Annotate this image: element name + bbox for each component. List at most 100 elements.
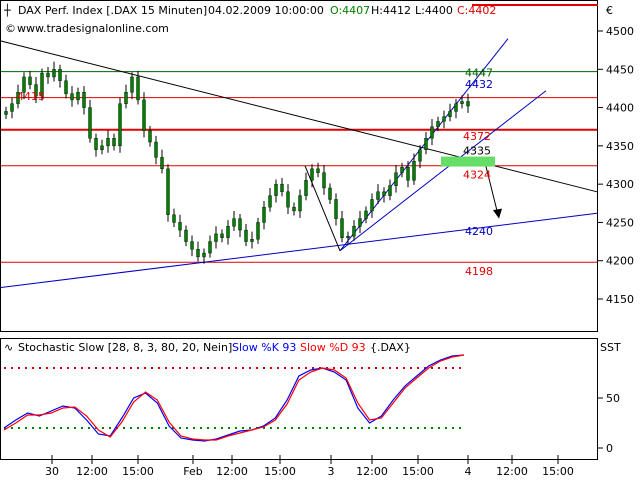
x-axis-label: 15:00 (122, 465, 154, 478)
candle-body (400, 167, 404, 173)
open-value: O:4407 (330, 4, 371, 17)
level-label: 4335 (463, 145, 491, 158)
candle-body (244, 229, 248, 242)
candle-body (268, 195, 272, 208)
candle-body (364, 210, 368, 219)
candle-body (136, 76, 140, 101)
candle-body (250, 239, 254, 242)
candle-body (226, 226, 230, 238)
candle-body (160, 157, 164, 170)
candle-body (436, 121, 440, 127)
candle-body (208, 241, 212, 254)
candle-body (100, 145, 104, 150)
candle-body (292, 206, 296, 212)
high-value: H:4412 (371, 4, 411, 17)
candle-body (382, 191, 386, 196)
candle-body (106, 137, 110, 147)
candle-body (322, 172, 326, 189)
stochastic-title: Stochastic Slow [28, 8, 3, 80, 20, Nein] (18, 341, 233, 354)
candle-body (10, 103, 14, 112)
level-label: 4198 (465, 265, 493, 278)
candle-body (406, 167, 410, 181)
breakout-highlight (441, 156, 495, 167)
candle-body (196, 249, 200, 258)
price-axis-label: 4300 (606, 178, 634, 191)
candle-body (58, 69, 62, 81)
low-value: L:4400 (415, 4, 453, 17)
candle-body (124, 92, 128, 104)
candle-body (316, 168, 320, 173)
x-axis-label: 12:00 (496, 465, 528, 478)
slow-k-label: Slow %K 93 (232, 341, 297, 354)
candle-body (142, 99, 146, 131)
candle-body (166, 168, 170, 215)
forecast-arrow-head (493, 208, 502, 219)
candle-body (298, 195, 302, 212)
price-chart: 4150 4200 4250 4300 4350 4400 4450 4500 0 50 4415 4… (0, 4, 634, 478)
chart-type-icon[interactable]: ┼ (4, 4, 11, 17)
slow-k-line (3, 354, 465, 442)
price-axis-label: 4250 (606, 216, 634, 229)
copyright-icon: © (5, 22, 16, 35)
x-axis-label: 3 (328, 465, 335, 478)
x-axis-label: 4 (465, 465, 472, 478)
candle-body (76, 92, 80, 101)
candle-body (46, 72, 50, 78)
candle-body (202, 252, 206, 258)
level-label: 4240 (465, 225, 493, 238)
candle-body (88, 107, 92, 139)
candle-body (118, 103, 122, 147)
x-axis-label: 15:00 (264, 465, 296, 478)
candle-body (262, 206, 266, 223)
stochastic-symbol: {.DAX} (370, 341, 411, 354)
candle-body (430, 126, 434, 139)
candle-body (346, 236, 350, 238)
candle-body (448, 111, 452, 117)
price-axis-label: 4200 (606, 255, 634, 268)
candle-body (274, 183, 278, 196)
candle-body (358, 218, 362, 227)
candle-body (328, 187, 332, 200)
header-datetime: 04.02.2009 10:00:00 (208, 4, 324, 17)
price-axis-label: 4350 (606, 140, 634, 153)
level-label: 4415 (17, 90, 45, 103)
candle-body (460, 101, 464, 104)
candle-body (178, 222, 182, 231)
candle-body (256, 222, 260, 240)
candle-body (154, 141, 158, 158)
candle-body (424, 137, 428, 150)
price-axis-label: 4450 (606, 63, 634, 76)
candle-body (238, 218, 242, 231)
candle-body (190, 241, 194, 250)
candle-body (394, 172, 398, 186)
stochastic-axis-label: SST (600, 341, 621, 354)
candle-body (310, 168, 314, 181)
candle-body (220, 233, 224, 238)
candle-body (112, 137, 116, 147)
close-value: C:4402 (457, 4, 497, 17)
candle-body (370, 199, 374, 212)
candle-body (376, 191, 380, 200)
candle-body (334, 199, 338, 219)
candle-body (184, 229, 188, 242)
stochastic-icon: ∿ (4, 341, 14, 354)
candle-body (286, 191, 290, 208)
x-axis-label: 15:00 (542, 465, 574, 478)
candle-body (64, 80, 68, 94)
candle-body (28, 76, 32, 85)
x-axis-label: 30 (45, 465, 59, 478)
candle-body (418, 149, 422, 162)
x-axis-label: 12:00 (356, 465, 388, 478)
x-axis-label: Feb (183, 465, 202, 478)
level-label: 4372 (463, 130, 491, 143)
x-axis-label: 12:00 (216, 465, 248, 478)
candle-body (148, 130, 152, 143)
watermark-text: www.tradesignalonline.com (17, 22, 169, 35)
candle-body (466, 101, 470, 107)
stochastic-axis-label: 0 (606, 442, 613, 455)
candle-body (412, 160, 416, 181)
candle-body (130, 76, 134, 93)
level-label: 4432 (465, 78, 493, 91)
candle-body (70, 93, 74, 101)
candle-body (52, 69, 56, 78)
